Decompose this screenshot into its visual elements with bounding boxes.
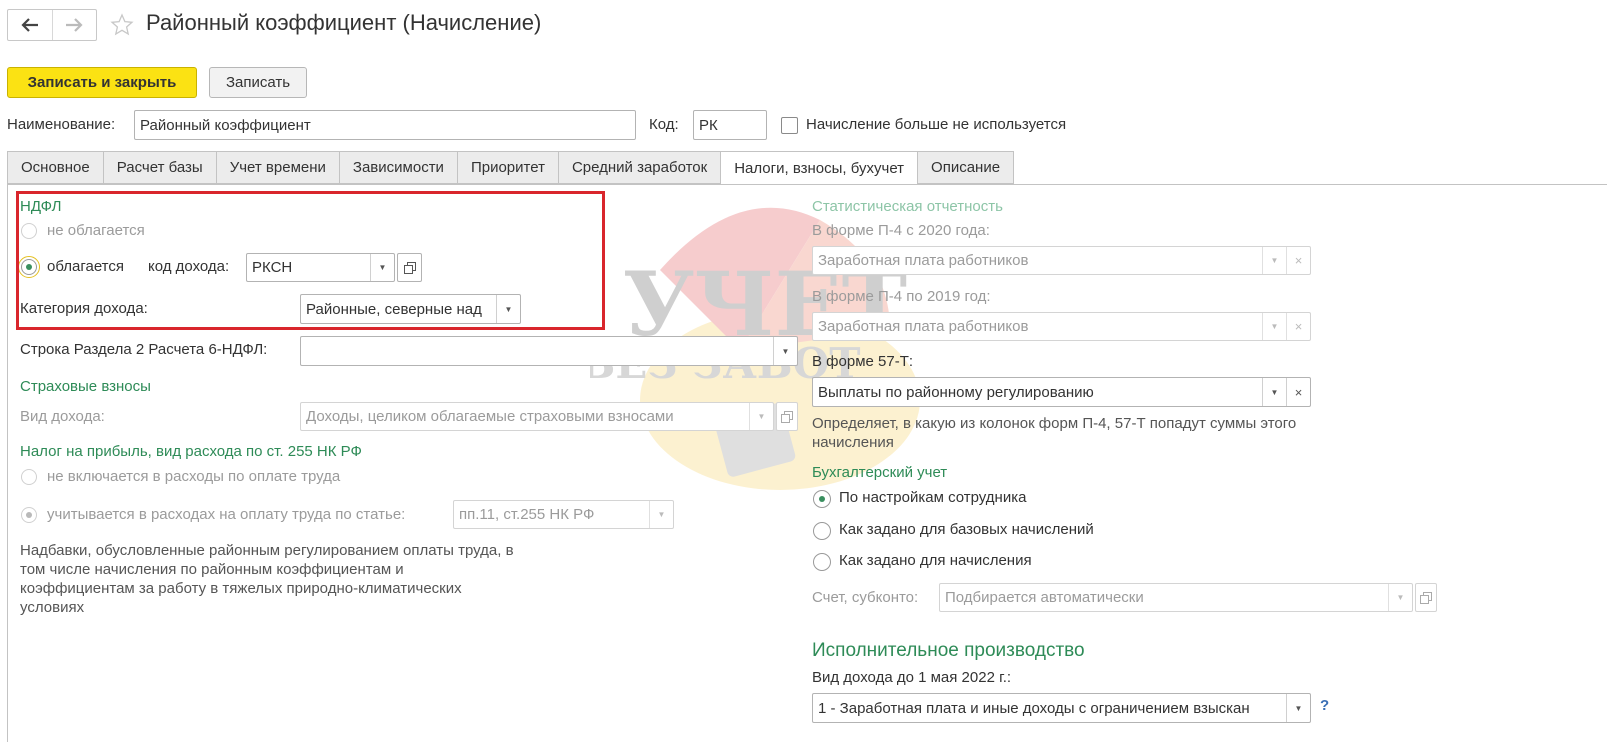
- back-button[interactable]: [8, 10, 52, 40]
- account-value: Подбирается автоматически: [945, 589, 1144, 606]
- unused-checkbox[interactable]: [781, 117, 798, 134]
- highlight-frame: [16, 191, 605, 330]
- p4-2020-select[interactable]: Заработная плата работников ▼ ×: [812, 246, 1311, 275]
- radio-dot: [819, 496, 825, 502]
- chevron-down-icon[interactable]: ▼: [1262, 378, 1286, 406]
- arrow-right-icon: [66, 18, 83, 32]
- arrow-left-icon: [21, 18, 38, 32]
- open-account-button[interactable]: [1415, 583, 1437, 612]
- radio-dot: [26, 512, 32, 518]
- chevron-down-icon[interactable]: ▼: [1286, 694, 1310, 722]
- insurance-income-type-select[interactable]: Доходы, целиком облагаемые страховыми вз…: [300, 402, 774, 431]
- forward-button[interactable]: [51, 10, 97, 40]
- chevron-down-icon[interactable]: ▼: [649, 501, 673, 528]
- insurance-income-type-label: Вид дохода:: [20, 408, 105, 425]
- code-input[interactable]: РК: [693, 110, 767, 140]
- as-accrual-radio[interactable]: [813, 553, 831, 571]
- p4-2020-value: Заработная плата работников: [818, 252, 1029, 269]
- tab-divider: [7, 184, 1607, 185]
- tab-dependencies[interactable]: Зависимости: [338, 151, 457, 184]
- f57t-label: В форме 57-Т:: [812, 353, 914, 370]
- clear-icon[interactable]: ×: [1286, 313, 1310, 340]
- enforcement-income-type-value: 1 - Заработная плата и иные доходы с огр…: [818, 699, 1250, 717]
- chevron-down-icon[interactable]: ▼: [1388, 584, 1412, 611]
- tab-bar: Основное Расчет базы Учет времени Зависи…: [7, 151, 1015, 185]
- enforcement-income-type-label: Вид дохода до 1 мая 2022 г.:: [812, 669, 1012, 686]
- chevron-down-icon[interactable]: ▼: [1262, 247, 1286, 274]
- accounting-section-title: Бухгалтерский учет: [812, 464, 948, 481]
- account-label: Счет, субконто:: [812, 589, 919, 606]
- p4-2019-value: Заработная плата работников: [818, 318, 1029, 335]
- insurance-section-title: Страховые взносы: [20, 378, 151, 395]
- row-6ndfl-select[interactable]: ▼: [300, 336, 798, 366]
- statistics-hint: Определяет, в какую из колонок форм П-4,…: [812, 415, 1297, 451]
- clear-icon[interactable]: ×: [1286, 378, 1310, 406]
- tab-priority[interactable]: Приоритет: [456, 151, 558, 184]
- name-input[interactable]: Районный коэффициент: [134, 110, 636, 140]
- profit-tax-section-title: Налог на прибыль, вид расхода по ст. 255…: [20, 443, 362, 460]
- as-accrual-label[interactable]: Как задано для начисления: [839, 552, 1032, 569]
- name-label: Наименование:: [7, 116, 116, 133]
- profit-tax-description: Надбавки, обусловленные районным регулир…: [20, 542, 514, 616]
- unused-label[interactable]: Начисление больше не используется: [806, 116, 1066, 133]
- open-window-icon: [781, 410, 793, 423]
- f57t-value: Выплаты по районному регулированию: [818, 383, 1094, 401]
- included-radio[interactable]: [21, 507, 37, 523]
- included-label[interactable]: учитывается в расходах на оплату труда п…: [47, 506, 405, 523]
- tab-taxes[interactable]: Налоги, взносы, бухучет: [720, 151, 918, 185]
- tab-base-calculation[interactable]: Расчет базы: [102, 151, 216, 184]
- account-select[interactable]: Подбирается автоматически ▼: [939, 583, 1413, 612]
- tab-time-tracking[interactable]: Учет времени: [215, 151, 339, 184]
- f57t-select[interactable]: Выплаты по районному регулированию ▼ ×: [812, 377, 1311, 407]
- not-included-radio[interactable]: [21, 469, 37, 485]
- statistics-section-title: Статистическая отчетность: [812, 198, 1003, 215]
- clear-icon[interactable]: ×: [1286, 247, 1310, 274]
- chevron-down-icon[interactable]: ▼: [749, 403, 773, 430]
- article-select[interactable]: пп.11, ст.255 НК РФ ▼: [453, 500, 674, 529]
- by-employee-radio[interactable]: [813, 490, 831, 508]
- as-base-label[interactable]: Как задано для базовых начислений: [839, 521, 1094, 538]
- tab-description[interactable]: Описание: [917, 151, 1015, 184]
- open-window-icon: [1420, 591, 1432, 604]
- p4-2020-label: В форме П-4 с 2020 года:: [812, 222, 990, 239]
- code-label: Код:: [649, 116, 679, 133]
- enforcement-section-title: Исполнительное производство: [812, 640, 1085, 661]
- p4-2019-select[interactable]: Заработная плата работников ▼ ×: [812, 312, 1311, 341]
- navigation-group: [7, 9, 97, 41]
- by-employee-label[interactable]: По настройкам сотрудника: [839, 489, 1026, 506]
- chevron-down-icon[interactable]: ▼: [773, 337, 797, 365]
- as-base-radio[interactable]: [813, 522, 831, 540]
- p4-2019-label: В форме П-4 по 2019 год:: [812, 288, 991, 305]
- open-insurance-income-type-button[interactable]: [776, 402, 798, 431]
- star-icon[interactable]: [110, 13, 134, 37]
- code-input-value: РК: [699, 116, 718, 134]
- page-title: Районный коэффициент (Начисление): [146, 10, 542, 35]
- article-value: пп.11, ст.255 НК РФ: [459, 506, 595, 523]
- name-input-value: Районный коэффициент: [140, 116, 311, 134]
- enforcement-income-type-select[interactable]: 1 - Заработная плата и иные доходы с огр…: [812, 693, 1311, 723]
- chevron-down-icon[interactable]: ▼: [1262, 313, 1286, 340]
- row-6ndfl-value: [301, 337, 773, 365]
- not-included-label[interactable]: не включается в расходы по оплате труда: [47, 468, 340, 485]
- save-and-close-button[interactable]: Записать и закрыть: [7, 67, 197, 98]
- panel-border: [7, 184, 8, 742]
- row-6ndfl-label: Строка Раздела 2 Расчета 6-НДФЛ:: [20, 341, 268, 358]
- save-button[interactable]: Записать: [209, 67, 307, 98]
- help-icon[interactable]: ?: [1320, 697, 1329, 714]
- tab-average-earnings[interactable]: Средний заработок: [557, 151, 721, 184]
- insurance-income-type-value: Доходы, целиком облагаемые страховыми вз…: [306, 408, 674, 425]
- tab-main[interactable]: Основное: [7, 151, 103, 184]
